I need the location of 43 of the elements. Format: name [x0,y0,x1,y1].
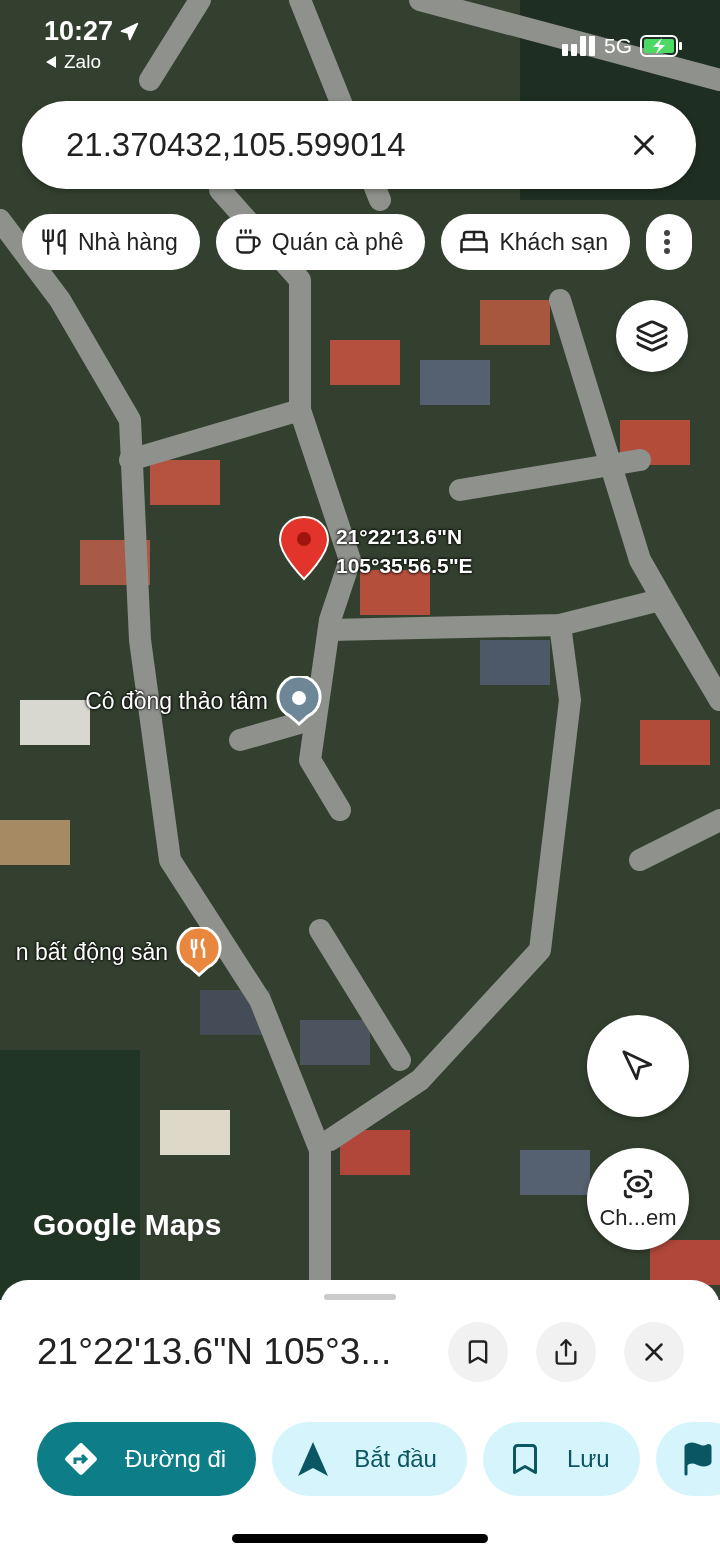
rooftop [300,1020,370,1065]
rooftop [520,1150,590,1195]
arrow-icon [296,1440,331,1478]
place-label[interactable]: n bất động sản [15,938,168,966]
battery-charging-icon [640,35,684,57]
rooftop [150,460,220,505]
network-label: 5G [604,34,632,58]
rooftop [420,360,490,405]
action-button[interactable]: Đường đi [37,1422,257,1496]
search-field[interactable]: 21.370432,105.599014 [22,101,696,189]
cup-icon [233,228,262,256]
camera-icon [621,1167,655,1201]
action-button[interactable]: Lưu [482,1422,640,1496]
category-chip[interactable]: Khách sạn [441,214,631,270]
status-time: 10:27 [44,16,114,47]
drag-handle[interactable] [324,1294,396,1300]
pin-coordinate-label: 21°22'13.6"N [336,524,464,550]
place-marker-icon [276,676,322,726]
more-icon [664,230,671,254]
location-arrow-icon [621,1049,655,1083]
action-button[interactable] [655,1422,720,1496]
back-app-link[interactable]: Zalo [64,51,101,73]
rooftop [330,340,400,385]
restaurant-icon [40,228,68,256]
rooftop [640,720,710,765]
map-pin-icon [278,515,330,583]
layers-icon [635,319,669,353]
rooftop [480,300,550,345]
rooftop [340,1130,410,1175]
action-button[interactable]: Bắt đầu [272,1422,467,1496]
location-arrow-icon [119,21,140,42]
category-chip[interactable]: Quán cà phê [215,214,426,270]
google-maps-logo: Google Maps [33,1208,222,1242]
pin-coordinate-label: 105°35'56.5"E [336,553,473,579]
rooftop [0,820,70,865]
place-title: 21°22'13.6"N 105°3... [37,1331,393,1373]
rooftop [480,640,550,685]
signal-icon [562,36,596,56]
rooftop [160,1110,230,1155]
back-triangle-icon [44,55,58,69]
place-label[interactable]: Cô đồng thảo tâm [85,687,268,715]
category-chip[interactable]: Nhà hàng [22,214,200,270]
restaurant-marker-icon [176,927,222,977]
